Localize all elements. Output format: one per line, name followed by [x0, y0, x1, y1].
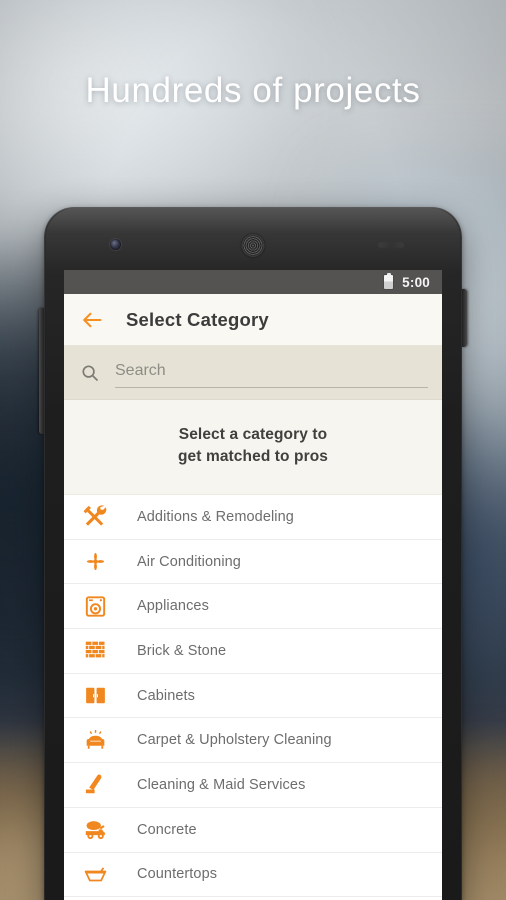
list-item-label: Cleaning & Maid Services — [137, 776, 306, 793]
list-item-label: Additions & Remodeling — [137, 508, 294, 525]
list-item-label: Cabinets — [137, 687, 196, 704]
status-bar: 5:00 — [64, 270, 442, 294]
search-input[interactable] — [115, 361, 428, 380]
list-item-label: Concrete — [137, 821, 197, 838]
countertop-icon — [80, 859, 110, 889]
category-hint-line-1: Select a category to — [178, 426, 328, 443]
list-item-label: Carpet & Upholstery Cleaning — [137, 732, 332, 749]
category-hint: Select a category to get matched to pros — [64, 400, 442, 495]
list-item-label: Countertops — [137, 866, 218, 883]
search-bar[interactable] — [64, 346, 442, 400]
vacuum-cleaner-icon — [80, 770, 110, 800]
camera-icon — [110, 239, 121, 250]
hero-headline: Hundreds of projects — [85, 71, 421, 110]
washing-machine-icon — [80, 591, 110, 621]
hammer-wrench-icon — [80, 502, 110, 532]
fan-icon — [80, 547, 110, 577]
app-bar: Select Category — [64, 294, 442, 346]
sofa-sparkle-icon — [80, 725, 110, 755]
search-field-wrap — [115, 358, 428, 388]
list-item[interactable]: Appliances — [64, 584, 442, 630]
list-item[interactable]: Additions & Remodeling — [64, 495, 442, 540]
arrow-left-icon[interactable] — [80, 307, 106, 333]
cabinet-doors-icon — [80, 681, 110, 711]
sensor-icon — [378, 242, 404, 248]
search-icon — [81, 364, 99, 382]
list-item[interactable]: Countertops — [64, 852, 442, 898]
list-item[interactable]: Cabinets — [64, 673, 442, 719]
category-list: Additions & Remodeling Air Conditioning … — [64, 495, 442, 900]
category-hint-line-2: get matched to pros — [177, 448, 329, 465]
list-item[interactable]: Cleaning & Maid Services — [64, 763, 442, 808]
list-item-label: Air Conditioning — [137, 553, 241, 570]
page-title: Select Category — [126, 308, 269, 330]
phone-screen: 5:00 Select Category Search Select a cat… — [64, 270, 442, 900]
volume-rocker[interactable] — [39, 308, 45, 434]
battery-icon — [384, 272, 394, 289]
speaker-grille-icon — [241, 234, 265, 257]
phone-mockup: 5:00 Select Category Search Select a cat… — [39, 207, 467, 900]
list-item[interactable]: Brick & Stone — [64, 629, 442, 674]
list-item[interactable]: Carpet & Upholstery Cleaning — [64, 718, 442, 764]
list-item[interactable]: Air Conditioning — [64, 539, 442, 585]
status-bar-clock: 5:00 — [402, 274, 430, 290]
list-item[interactable]: Concrete — [64, 807, 442, 853]
power-button[interactable] — [461, 289, 467, 347]
cement-mixer-truck-icon — [80, 815, 110, 845]
list-item-label: Brick & Stone — [137, 642, 227, 659]
list-item-label: Appliances — [137, 598, 209, 615]
brick-wall-icon — [80, 636, 110, 666]
